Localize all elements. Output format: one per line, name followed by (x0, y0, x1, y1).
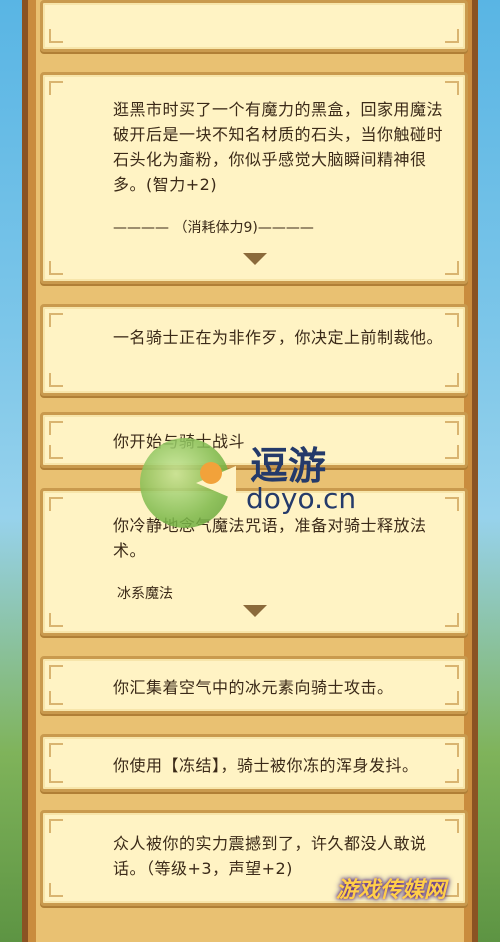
event-card-6[interactable]: 你使用【冻结】，骑士被你冻的浑身发抖。 (40, 734, 468, 792)
expand-arrow-icon[interactable] (243, 605, 267, 617)
event-card-5[interactable]: 你汇集着空气中的冰元素向骑士攻击。 (40, 656, 468, 714)
event-card-partial (40, 0, 468, 52)
brand-logo: 游戏传媒网 (336, 878, 447, 903)
event-text: 你使用【冻结】，骑士被你冻的浑身发抖。 (113, 756, 419, 775)
event-card-2[interactable]: 一名骑士正在为非作歹，你决定上前制裁他。 (40, 304, 468, 396)
option-ice-magic[interactable]: 冰系魔法 (117, 583, 173, 603)
stamina-cost: ———— （消耗体力9)———— (113, 220, 314, 236)
event-text: 一名骑士正在为非作歹，你决定上前制裁他。 (113, 328, 444, 347)
expand-arrow-icon[interactable] (243, 253, 267, 265)
watermark-domain: doyo.cn (246, 482, 357, 515)
event-text: 逛黑市时买了一个有魔力的黑盒，回家用魔法破开后是一块不知名材质的石头，当你触碰时… (113, 100, 444, 194)
event-card-1[interactable]: 逛黑市时买了一个有魔力的黑盒，回家用魔法破开后是一块不知名材质的石头，当你触碰时… (40, 72, 468, 284)
event-text: 你汇集着空气中的冰元素向骑士攻击。 (113, 678, 394, 697)
doyo-logo-dot (200, 462, 222, 484)
